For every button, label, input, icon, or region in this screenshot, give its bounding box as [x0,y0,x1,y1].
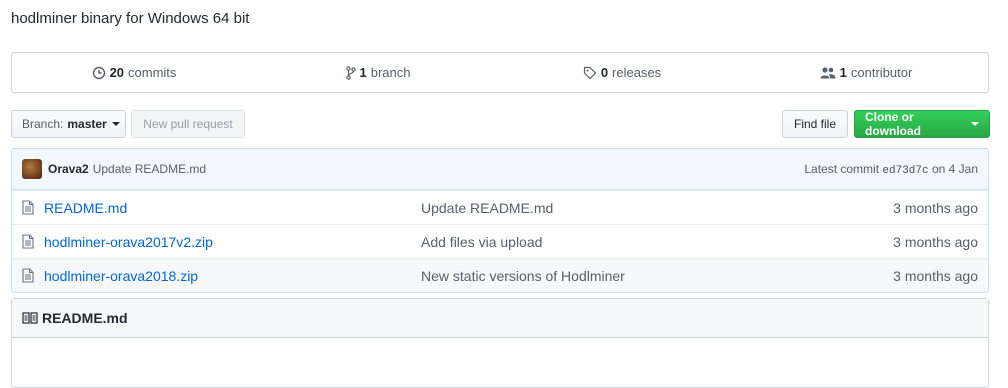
branch-prefix: Branch: [22,117,64,131]
file-list: Orava2 Update README.md Latest commit ed… [11,148,989,293]
avatar[interactable] [22,159,42,179]
file-icon [22,268,38,283]
file-age: 3 months ago [893,199,978,216]
file-icon [22,234,38,249]
commits-label: commits [128,65,177,80]
commit-author[interactable]: Orava2 [48,162,89,176]
new-pull-request-button[interactable]: New pull request [131,110,245,138]
repo-description: hodlminer binary for Windows 64 bit [11,10,250,27]
branches-label: branch [370,65,411,80]
find-file-button[interactable]: Find file [782,110,848,138]
readme-header: README.md [12,299,988,338]
file-age: 3 months ago [893,267,978,284]
people-icon [820,66,836,78]
branch-name: master [67,117,107,131]
file-commit-message[interactable]: Add files via upload [421,234,893,250]
commit-message[interactable]: Update README.md [93,162,206,176]
commits-link[interactable]: 20 commits [12,53,256,92]
contributors-label: contributor [850,65,913,80]
file-commit-message[interactable]: Update README.md [421,200,893,216]
file-commit-message[interactable]: New static versions of Hodlminer [421,268,893,284]
file-name-link[interactable]: hodlminer-orava2017v2.zip [44,234,421,250]
clone-download-label: Clone or download [865,110,921,138]
file-name-link[interactable]: README.md [44,200,421,216]
commits-count: 20 [109,65,125,80]
latest-commit-bar: Orava2 Update README.md Latest commit ed… [12,149,988,190]
file-age: 3 months ago [893,233,978,250]
releases-label: releases [612,65,662,80]
commit-date: on 4 Jan [931,161,978,176]
file-row: hodlminer-orava2018.zip New static versi… [12,258,988,292]
releases-count: 0 [600,65,609,80]
contributors-link[interactable]: 1 contributor [744,53,988,92]
branches-link[interactable]: 1 branch [256,53,500,92]
chevron-down-icon [111,122,120,126]
file-row: hodlminer-orava2017v2.zip Add files via … [12,224,988,258]
tag-icon [583,66,597,79]
contributors-count: 1 [839,65,847,80]
file-icon [22,200,38,215]
repo-summary-bar: 20 commits 1 branch 0 releases 1 contrib… [11,52,989,93]
history-icon [92,66,105,79]
releases-link[interactable]: 0 releases [500,53,744,92]
file-row: README.md Update README.md 3 months ago [12,190,988,224]
book-icon [22,312,38,324]
latest-commit-label: Latest commit [804,161,880,176]
file-name-link[interactable]: hodlminer-orava2018.zip [44,268,421,284]
latest-commit-info: Latest commit ed73d7c on 4 Jan [804,162,978,177]
clone-download-button[interactable]: Clone or download [854,110,990,138]
branch-select-button[interactable]: Branch: master [11,110,126,138]
chevron-down-icon [971,122,979,126]
branch-icon [345,65,356,80]
commit-sha[interactable]: ed73d7c [882,165,928,177]
branches-count: 1 [359,65,367,80]
readme-title: README.md [42,310,128,326]
readme-panel: README.md [11,298,989,388]
